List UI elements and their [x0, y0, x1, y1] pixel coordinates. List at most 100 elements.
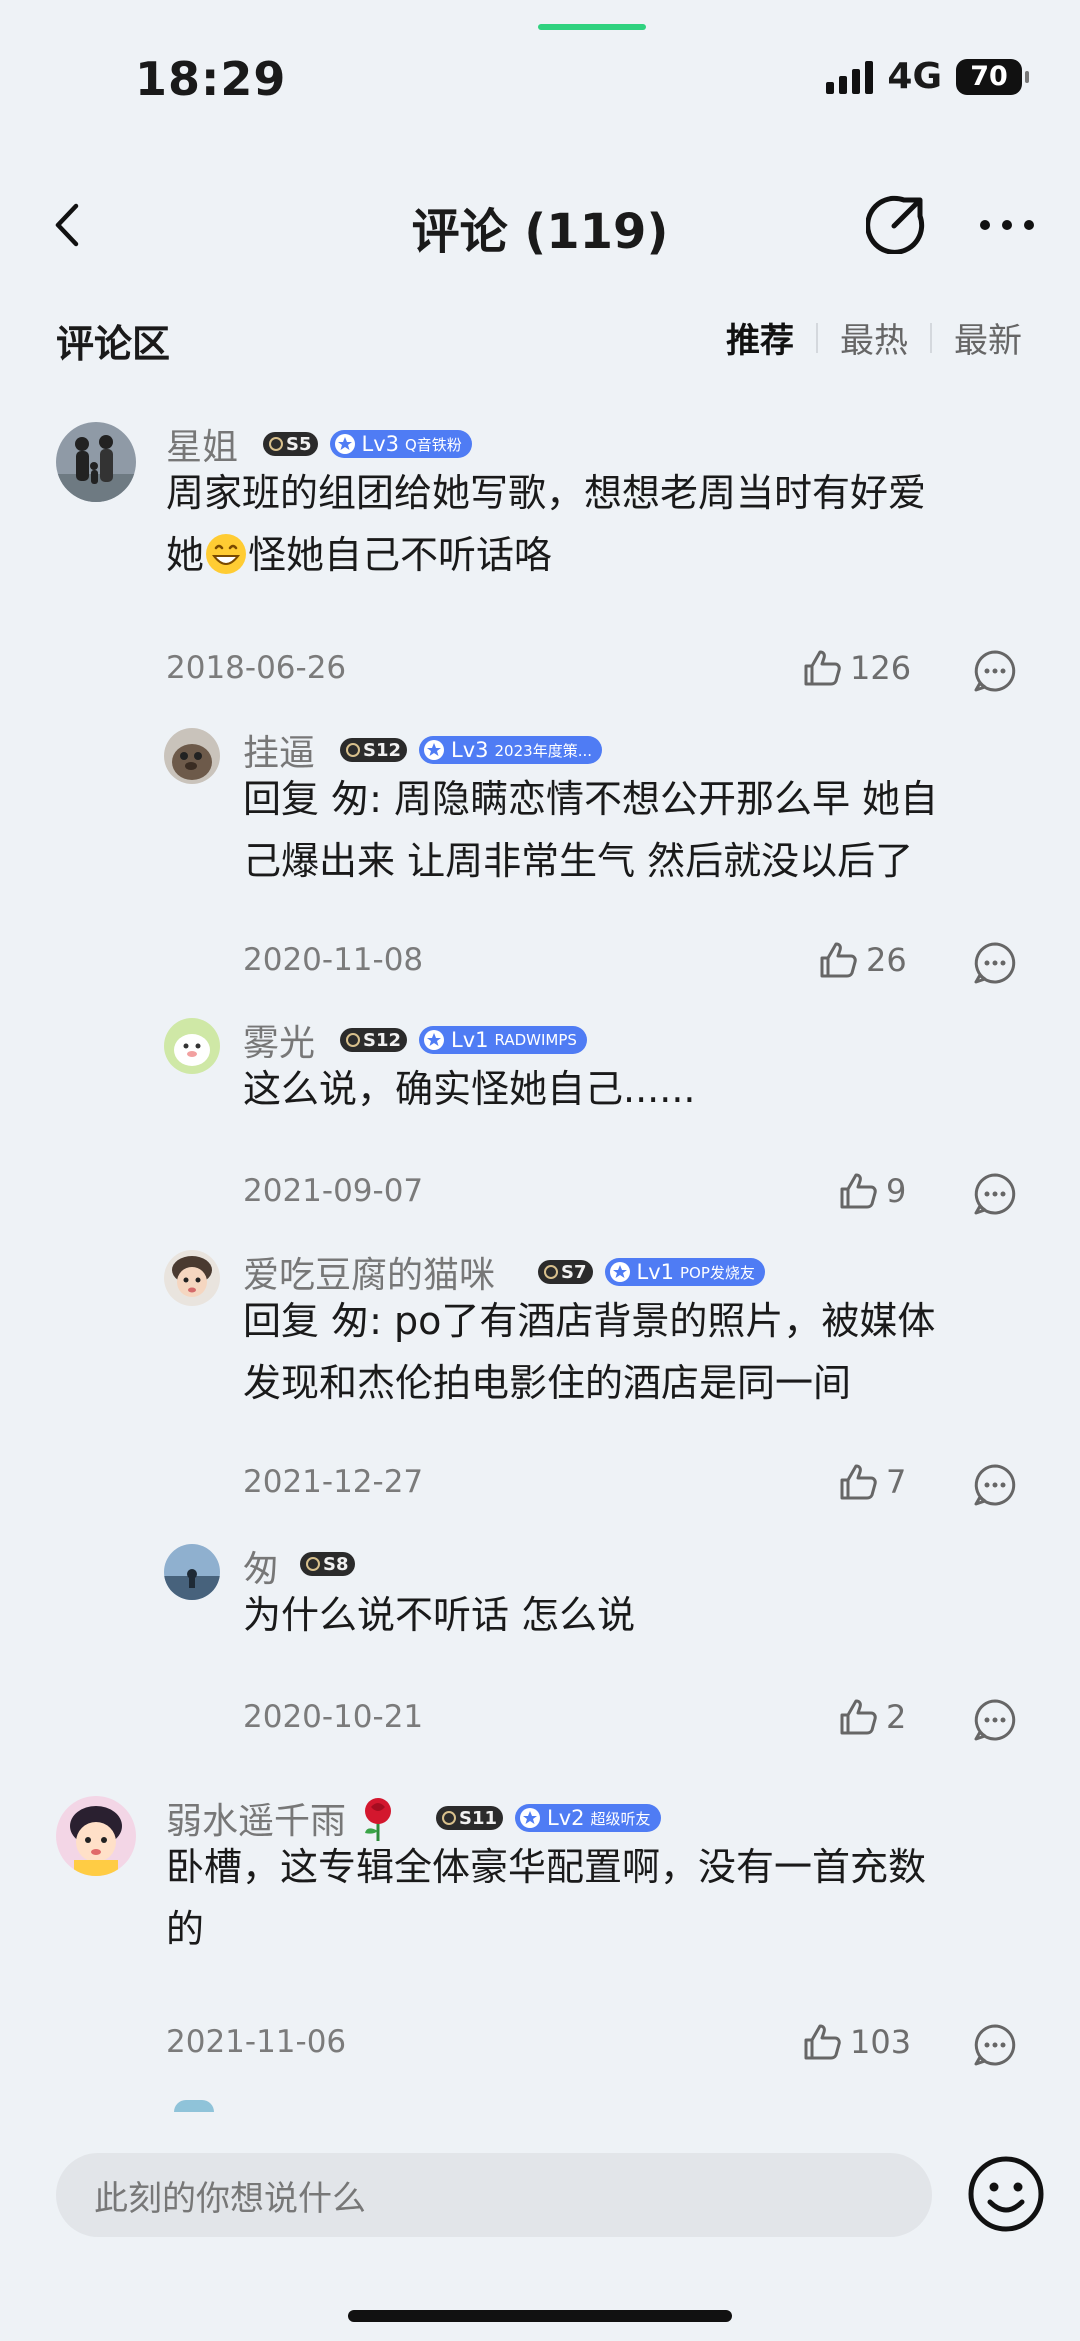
fan-tag: 超级听友: [590, 1809, 651, 1828]
fan-tag: POP发烧友: [680, 1263, 755, 1282]
user-badges: S12 Lv3 2023年度策...: [340, 736, 602, 764]
section-title: 评论区: [56, 322, 171, 366]
fan-tag: 2023年度策...: [494, 741, 592, 760]
like-button[interactable]: 26: [816, 938, 907, 982]
svip-level: S12: [363, 1029, 402, 1051]
comment-line: 的: [166, 1907, 205, 1951]
comment-date: 2020-10-21: [243, 1699, 424, 1735]
reply-prefix: 回复 匆:: [243, 777, 382, 821]
user-badges: S12 Lv1 RADWIMPS: [340, 1026, 587, 1054]
svip-badge: S12: [340, 1028, 408, 1052]
reply-icon[interactable]: [972, 1462, 1018, 1508]
user-badges: S5 Lv3 Q音铁粉: [263, 430, 472, 458]
status-time: 18:29: [135, 52, 287, 106]
user-badges: S11 Lv2 超级听友: [436, 1804, 661, 1832]
reply-icon[interactable]: [972, 648, 1018, 694]
input-placeholder: 此刻的你想说什么: [94, 2178, 366, 2219]
svip-badge: S8: [300, 1552, 355, 1576]
level-badge: Lv3 Q音铁粉: [329, 430, 472, 458]
comment-text: 周家班的组团给她写歌，想想老周当时有好爱 她怪她自己不听话咯: [166, 462, 1026, 586]
level-badge: Lv1 POP发烧友: [604, 1258, 765, 1286]
comment-line: 发现和杰伦拍电影住的酒店是同一间: [243, 1361, 852, 1405]
comment-text: 为什么说不听话 怎么说: [243, 1584, 1033, 1646]
avatar[interactable]: [56, 1796, 136, 1876]
user-badges: S8: [300, 1552, 355, 1576]
like-button[interactable]: 126: [800, 646, 911, 690]
sort-recommend-tab[interactable]: 推荐: [726, 313, 794, 362]
level-badge: Lv3 2023年度策...: [419, 736, 602, 764]
comment-fragment: 周隐瞒恋情不想公开那么早 她自: [381, 777, 939, 821]
divider: [816, 322, 818, 353]
like-button[interactable]: 7: [836, 1460, 906, 1504]
avatar[interactable]: [56, 422, 136, 502]
share-icon[interactable]: [866, 192, 928, 254]
emoji-picker-icon[interactable]: [966, 2154, 1046, 2234]
avatar[interactable]: [164, 728, 220, 784]
svip-badge: S12: [340, 738, 408, 762]
svip-level: S8: [323, 1553, 349, 1575]
comment-line: 回复 匆: po了有酒店背景的照片，被媒体: [243, 1290, 1033, 1352]
more-icon[interactable]: [978, 218, 1036, 232]
comment-text: 回复 匆: po了有酒店背景的照片，被媒体 发现和杰伦拍电影住的酒店是同一间: [243, 1290, 1033, 1414]
reply-icon[interactable]: [972, 1697, 1018, 1743]
level-badge: Lv2 超级听友: [515, 1804, 661, 1832]
sort-tabs: 推荐 最热 最新: [726, 313, 1022, 362]
comment-text: 卧槽，这专辑全体豪华配置啊，没有一首充数 的: [166, 1836, 1026, 1960]
comment-date: 2021-11-06: [166, 2024, 347, 2060]
comment-date: 2021-12-27: [243, 1464, 424, 1500]
like-button[interactable]: 9: [836, 1169, 906, 1213]
comment-line: 回复 匆: 周隐瞒恋情不想公开那么早 她自: [243, 768, 1033, 830]
thumbs-up-icon: [840, 1464, 877, 1500]
user-badges: S7 Lv1 POP发烧友: [538, 1258, 765, 1286]
comment-input[interactable]: 此刻的你想说什么: [56, 2153, 932, 2237]
comment-input-bar: 此刻的你想说什么: [0, 2132, 1080, 2341]
thumbs-up-icon: [804, 650, 841, 686]
battery-icon: 70: [956, 58, 1029, 95]
fan-tag: RADWIMPS: [494, 1031, 577, 1049]
like-count: 103: [850, 2023, 912, 2061]
reply-icon[interactable]: [972, 2022, 1018, 2068]
reply-item: 匆 S8 为什么说不听话 怎么说 2020-10-21 2: [0, 1544, 1080, 1744]
comment-line: 卧槽，这专辑全体豪华配置啊，没有一首充数: [166, 1845, 927, 1889]
svip-badge: S11: [436, 1806, 504, 1830]
reply-icon[interactable]: [972, 940, 1018, 986]
comment-date: 2018-06-26: [166, 650, 347, 686]
svip-level: S7: [561, 1261, 587, 1283]
reply-item: 挂逼 S12 Lv3 2023年度策... 回复 匆: 周隐瞒恋情不想公开那么早…: [0, 728, 1080, 984]
level-number: Lv1: [636, 1260, 675, 1284]
level-number: Lv1: [451, 1028, 489, 1052]
level-badge: Lv1 RADWIMPS: [419, 1026, 587, 1054]
level-number: Lv3: [451, 738, 489, 762]
fan-tag: Q音铁粉: [405, 435, 462, 454]
level-star-icon: [424, 1030, 445, 1050]
avatar[interactable]: [164, 1544, 220, 1600]
thumbs-up-icon: [840, 1173, 877, 1209]
level-star-icon: [520, 1808, 541, 1828]
comment-item: 弱水遥千雨 S11 Lv2 超级听友 卧槽，这专辑全体豪华配置啊，没有一首充数 …: [0, 1796, 1080, 2076]
thumbs-up-icon: [840, 1699, 877, 1735]
reply-icon[interactable]: [972, 1171, 1018, 1217]
grin-emoji-icon: [206, 534, 247, 574]
comment-item: 星姐 S5 Lv3 Q音铁粉 周家班的组团给她写歌，想想老周当时有好爱 她怪她自…: [0, 422, 1080, 702]
comment-line: 这么说，确实怪她自己......: [243, 1067, 696, 1111]
top-nav: 评论 (119): [0, 180, 1080, 270]
sort-new-tab[interactable]: 最新: [954, 313, 1022, 362]
thumbs-up-icon: [820, 942, 857, 978]
like-button[interactable]: 2: [836, 1695, 906, 1739]
divider: [930, 322, 932, 353]
sort-hot-tab[interactable]: 最热: [840, 313, 908, 362]
status-indicator: [538, 24, 646, 30]
avatar[interactable]: [164, 1018, 220, 1074]
like-button[interactable]: 103: [800, 2020, 911, 2064]
reply-item: 雾光 S12 Lv1 RADWIMPS 这么说，确实怪她自己...... 202…: [0, 1018, 1080, 1218]
comment-fragment: po了有酒店背景的照片，被媒体: [381, 1299, 936, 1343]
home-indicator: [348, 2310, 732, 2322]
like-count: 7: [886, 1463, 907, 1501]
avatar[interactable]: [164, 1250, 220, 1306]
comment-fragment: 怪她自己不听话咯: [248, 533, 553, 577]
comment-line: 她怪她自己不听话咯: [166, 524, 1026, 586]
reply-item: 爱吃豆腐的猫咪 S7 Lv1 POP发烧友 回复 匆: po了有酒店背景的照片，…: [0, 1250, 1080, 1506]
comment-line: 为什么说不听话 怎么说: [243, 1593, 636, 1637]
comment-line: 己爆出来 让周非常生气 然后就没以后了: [243, 839, 914, 883]
comment-fragment: 她: [166, 533, 205, 577]
